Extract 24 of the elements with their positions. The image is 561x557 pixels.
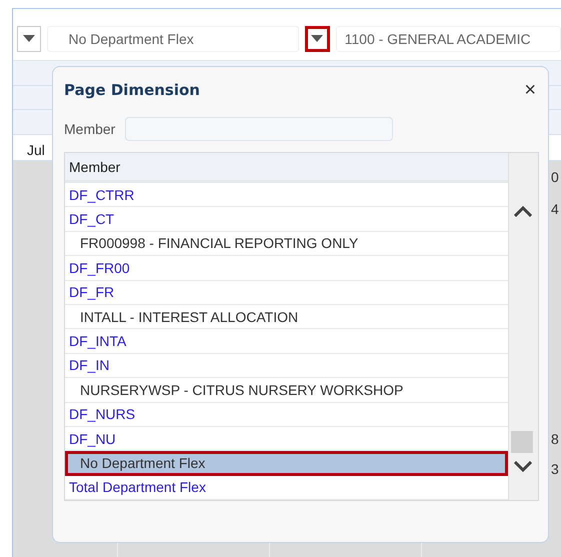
member-item[interactable]: No Department Flex: [65, 451, 508, 476]
caret-icon: [311, 35, 324, 42]
column-header: Member: [65, 153, 508, 183]
caret-icon: [23, 35, 36, 42]
scroll-thumb[interactable]: [511, 431, 533, 453]
table-cell-text: 8: [551, 431, 559, 449]
scrollbar[interactable]: [508, 153, 538, 500]
close-button[interactable]: ×: [522, 80, 538, 100]
department-field[interactable]: No Department Flex: [47, 26, 299, 52]
member-item[interactable]: Total Department Flex: [65, 476, 508, 500]
table-cell-text: 4: [551, 201, 559, 219]
member-item[interactable]: DF_IN: [65, 354, 508, 378]
column-header: Jul: [27, 142, 45, 158]
member-search-field[interactable]: [125, 117, 394, 141]
dialog-title: Page Dimension: [64, 81, 200, 99]
table-cell-text: 0: [551, 169, 559, 187]
member-item[interactable]: DF_NURS: [65, 402, 508, 427]
fund-field[interactable]: 1100 - GENERAL ACADEMIC: [336, 26, 561, 52]
chevron-down-icon[interactable]: [514, 461, 532, 473]
chevron-up-icon[interactable]: [514, 205, 532, 217]
dropdown-button[interactable]: [304, 26, 330, 52]
table-cell-text: 3: [551, 461, 559, 479]
field-label: Member: [64, 121, 116, 137]
member-item[interactable]: DF_FR: [65, 280, 508, 305]
